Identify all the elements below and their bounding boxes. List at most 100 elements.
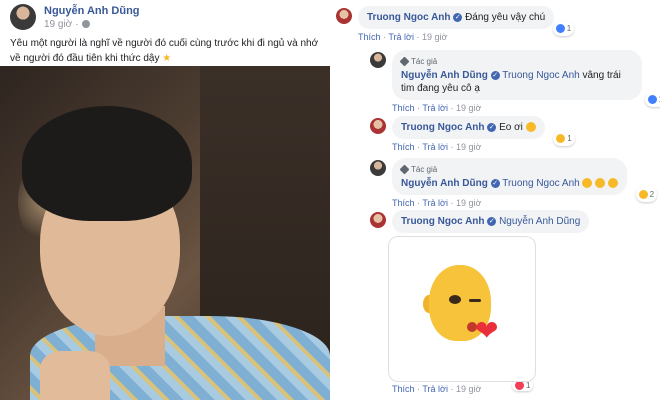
verified-icon: ✓	[490, 178, 500, 188]
like-link[interactable]: Thích	[392, 142, 415, 152]
mention-link[interactable]: Nguyễn Anh Dũng	[499, 216, 580, 227]
comment-bubble: Truong Ngoc Anh ✓ Eo ơi 1	[392, 116, 575, 146]
comment-author[interactable]: Nguyễn Anh Dũng	[401, 178, 488, 189]
reaction-summary[interactable]: 1	[644, 92, 660, 107]
reply-comment: Truong Ngoc Anh ✓ Nguyễn Anh Dũng	[370, 210, 590, 233]
sep: ·	[417, 198, 421, 208]
reply-link[interactable]: Trả lời	[422, 103, 448, 113]
memoji-eye	[449, 295, 461, 304]
photo-hand	[40, 351, 110, 400]
mention-link[interactable]: Truong Ngoc Anh	[502, 178, 579, 189]
commenter-avatar[interactable]	[370, 52, 386, 68]
reply-link[interactable]: Trả lời	[388, 32, 414, 42]
comment-author[interactable]: Truong Ngoc Anh	[367, 12, 451, 23]
sep: ·	[417, 142, 421, 152]
pencil-icon	[399, 56, 410, 67]
reaction-summary[interactable]: 2	[635, 187, 658, 202]
author-badge: Tác giả	[399, 163, 618, 176]
reply-link[interactable]: Trả lời	[422, 198, 448, 208]
like-link[interactable]: Thích	[392, 198, 415, 208]
verified-icon: ✓	[453, 12, 463, 22]
grin-emoji-icon	[582, 178, 593, 189]
comment-text: Đáng yêu vậy chú	[465, 12, 546, 23]
haha-icon	[556, 134, 566, 143]
post-meta: Nguyễn Anh Dũng 19 giờ ·	[44, 5, 140, 30]
like-icon	[555, 24, 565, 33]
sep: ·	[450, 142, 454, 152]
sep: ·	[383, 32, 387, 42]
grin-emoji-icon	[595, 178, 606, 189]
comment-actions-row: Thích · Trả lời · 19 giờ	[392, 384, 481, 394]
author-badge-label: Tác giả	[411, 57, 438, 66]
photo-hair	[22, 106, 192, 221]
author-badge-label: Tác giả	[411, 165, 438, 174]
comment-time[interactable]: 19 giờ	[456, 103, 481, 113]
post-caption: Yêu một người là nghĩ về người đó cuối c…	[10, 36, 322, 66]
comment-author[interactable]: Nguyễn Anh Dũng	[401, 70, 488, 81]
post-header: Nguyễn Anh Dũng 19 giờ ·	[10, 4, 140, 30]
post-time-row: 19 giờ ·	[44, 19, 140, 30]
reply-comment: Truong Ngoc Anh ✓ Eo ơi 1 Thích · Trả lờ…	[370, 116, 575, 152]
grin-emoji-icon	[608, 178, 619, 189]
comment-time[interactable]: 19 giờ	[456, 384, 481, 394]
comment-time[interactable]: 19 giờ	[422, 32, 447, 42]
reply-link[interactable]: Trả lời	[422, 384, 448, 394]
reply-link[interactable]: Trả lời	[422, 142, 448, 152]
reaction-count: 1	[567, 134, 572, 143]
sep: ·	[417, 103, 421, 113]
comment: Truong Ngoc Anh ✓ Đáng yêu vậy chú 1 Thí…	[336, 6, 575, 42]
comment-bubble: Tác giả Nguyễn Anh Dũng ✓ Truong Ngoc An…	[392, 158, 658, 202]
comment-time[interactable]: 19 giờ	[456, 142, 481, 152]
reply-comment: Tác giả Nguyễn Anh Dũng ✓ Truong Ngoc An…	[370, 50, 660, 113]
verified-icon: ✓	[487, 122, 497, 132]
reaction-count: 2	[649, 190, 655, 199]
reply-comment: Tác giả Nguyễn Anh Dũng ✓ Truong Ngoc An…	[370, 158, 658, 208]
verified-icon: ✓	[490, 70, 500, 80]
post-photo[interactable]	[0, 66, 330, 400]
author-badge: Tác giả	[399, 55, 633, 68]
sep: ·	[417, 384, 421, 394]
like-link[interactable]: Thích	[392, 384, 415, 394]
comment-text: Eo ơi	[499, 122, 523, 133]
pencil-icon	[399, 164, 410, 175]
sticker-card[interactable]: ❤	[388, 236, 536, 382]
comment-actions: Thích · Trả lời · 19 giờ	[392, 103, 642, 113]
author-avatar[interactable]	[10, 4, 36, 30]
reaction-summary[interactable]: 1	[553, 131, 575, 146]
mention-link[interactable]: Truong Ngoc Anh	[502, 70, 579, 81]
post-time[interactable]: 19 giờ	[44, 19, 72, 30]
globe-icon	[81, 20, 90, 28]
comment-bubble: Truong Ngoc Anh ✓ Nguyễn Anh Dũng	[392, 210, 590, 233]
commenter-avatar[interactable]	[370, 212, 386, 228]
post: Nguyễn Anh Dũng 19 giờ · Yêu một người l…	[0, 0, 330, 400]
reaction-summary[interactable]: 1	[552, 21, 575, 36]
like-icon	[647, 95, 657, 104]
commenter-avatar[interactable]	[370, 160, 386, 176]
post-author-name[interactable]: Nguyễn Anh Dũng	[44, 5, 140, 17]
comment-author[interactable]: Truong Ngoc Anh	[401, 122, 485, 133]
heart-icon: ❤	[475, 315, 499, 346]
commenter-avatar[interactable]	[336, 8, 352, 24]
like-link[interactable]: Thích	[358, 32, 381, 42]
comment-author[interactable]: Truong Ngoc Anh	[401, 216, 485, 227]
commenter-avatar[interactable]	[370, 118, 386, 134]
sep: ·	[450, 198, 454, 208]
grin-emoji-icon	[525, 122, 536, 133]
time-sep: ·	[75, 18, 79, 30]
comment-time[interactable]: 19 giờ	[456, 198, 481, 208]
sep: ·	[450, 103, 454, 113]
sep: ·	[450, 384, 454, 394]
haha-icon	[638, 190, 648, 199]
verified-icon: ✓	[487, 216, 497, 226]
memoji-wink-eye	[469, 299, 481, 302]
reaction-count: 1	[526, 381, 531, 390]
comment-bubble: Tác giả Nguyễn Anh Dũng ✓ Truong Ngoc An…	[392, 50, 660, 107]
comment-actions: Thích · Trả lời · 19 giờ	[392, 198, 627, 208]
comment-actions: Thích · Trả lời · 19 giờ	[358, 32, 554, 42]
comment-actions: Thích · Trả lời · 19 giờ	[392, 142, 545, 152]
comment-bubble: Truong Ngoc Anh ✓ Đáng yêu vậy chú 1	[358, 6, 575, 36]
sep: ·	[416, 32, 420, 42]
like-link[interactable]: Thích	[392, 103, 415, 113]
star-icon: ★	[162, 53, 172, 64]
comment-actions: Thích · Trả lời · 19 giờ	[392, 384, 481, 394]
